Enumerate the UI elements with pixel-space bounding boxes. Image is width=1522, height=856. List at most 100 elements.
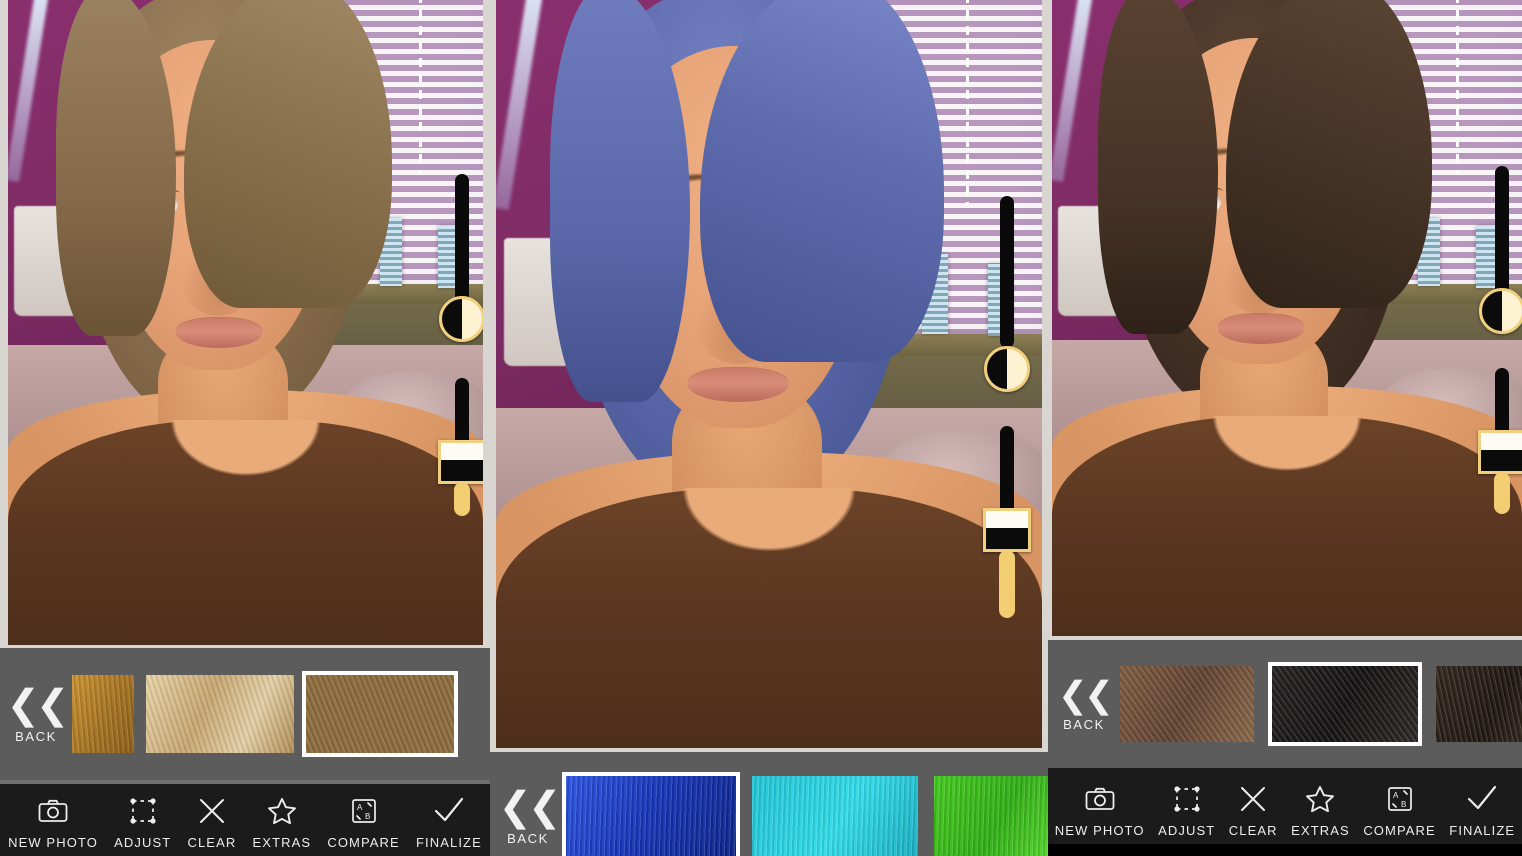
opacity-slider-knob[interactable] bbox=[439, 296, 483, 342]
check-icon bbox=[433, 794, 465, 828]
hair-front-sweep bbox=[1226, 0, 1432, 308]
star-icon bbox=[1305, 782, 1335, 816]
tshirt bbox=[1052, 416, 1522, 636]
tshirt bbox=[496, 488, 1042, 748]
svg-text:B: B bbox=[1401, 800, 1406, 809]
blend-slider-knob[interactable] bbox=[1478, 430, 1522, 474]
camera-icon bbox=[1085, 782, 1115, 816]
hair-strand-texture bbox=[72, 675, 134, 753]
back-label: BACK bbox=[15, 728, 57, 744]
back-button-middle[interactable]: ❮❮ BACK bbox=[490, 763, 566, 846]
swatch-bar-right: ❮❮ BACK bbox=[1048, 640, 1522, 768]
adjust-label: ADJUST bbox=[1158, 823, 1216, 838]
edited-photo-right[interactable] bbox=[1052, 0, 1522, 636]
blind-cord bbox=[419, 0, 422, 174]
svg-text:B: B bbox=[365, 812, 370, 821]
swatch-golden-blonde[interactable] bbox=[72, 675, 134, 753]
opacity-slider-track[interactable] bbox=[1000, 196, 1014, 348]
blend-slider-fill[interactable] bbox=[454, 482, 470, 516]
double-chevron-left-icon: ❮❮ bbox=[1057, 673, 1114, 715]
tshirt bbox=[8, 420, 483, 645]
hair-left-strand bbox=[550, 0, 690, 402]
slider-stack-right[interactable] bbox=[1472, 0, 1522, 636]
swatch-list-middle bbox=[562, 752, 1048, 856]
double-chevron-left-icon: ❮❮ bbox=[6, 682, 69, 727]
hair-strand-texture bbox=[306, 675, 454, 753]
toolbar-left: NEW PHOTO ADJUST CLEAR EXTRAS A B COMPAR… bbox=[0, 784, 490, 856]
swatch-royal-blue[interactable] bbox=[562, 772, 740, 856]
extras-label: EXTRAS bbox=[1291, 823, 1350, 838]
clear-button[interactable]: CLEAR bbox=[187, 784, 236, 856]
opacity-slider-knob[interactable] bbox=[1479, 288, 1522, 334]
swatch-dark-brown[interactable] bbox=[1436, 666, 1522, 742]
swatch-green[interactable] bbox=[934, 776, 1048, 856]
hair-front-sweep bbox=[184, 0, 392, 308]
svg-text:A: A bbox=[357, 803, 363, 812]
adjust-label: ADJUST bbox=[114, 835, 172, 850]
toolbar-right: NEW PHOTO ADJUST CLEAR EXTRAS A B COMPAR… bbox=[1048, 768, 1522, 844]
hair-left-strand bbox=[56, 0, 176, 336]
x-icon bbox=[198, 794, 226, 828]
adjust-button[interactable]: ADJUST bbox=[1158, 768, 1215, 844]
adjust-icon bbox=[1174, 782, 1200, 816]
bottom-black-strip bbox=[1048, 844, 1522, 856]
edited-photo-middle[interactable] bbox=[496, 0, 1042, 748]
compare-label: COMPARE bbox=[1363, 823, 1436, 838]
extras-button[interactable]: EXTRAS bbox=[1291, 768, 1350, 844]
finalize-label: FINALIZE bbox=[1449, 823, 1516, 838]
swatch-cyan[interactable] bbox=[752, 776, 918, 856]
mouth bbox=[1218, 314, 1304, 344]
adjust-icon bbox=[130, 794, 156, 828]
blend-slider-fill[interactable] bbox=[1494, 472, 1510, 514]
blend-slider-knob[interactable] bbox=[438, 440, 483, 484]
slider-stack-left[interactable] bbox=[433, 0, 483, 645]
finalize-label: FINALIZE bbox=[416, 835, 482, 850]
swatch-list-left bbox=[72, 648, 458, 780]
mouth bbox=[176, 318, 262, 348]
back-button-right[interactable]: ❮❮ BACK bbox=[1048, 673, 1120, 732]
new-photo-button[interactable]: NEW PHOTO bbox=[8, 784, 98, 856]
swatch-dark-blonde[interactable] bbox=[302, 671, 458, 757]
adjust-button[interactable]: ADJUST bbox=[114, 784, 171, 856]
blend-slider-fill[interactable] bbox=[999, 550, 1015, 618]
compare-button[interactable]: A B COMPARE bbox=[327, 784, 399, 856]
slider-stack-middle[interactable] bbox=[976, 0, 1040, 748]
extras-label: EXTRAS bbox=[252, 835, 312, 850]
edited-photo-left[interactable] bbox=[8, 0, 483, 645]
hair-strand-texture bbox=[1272, 666, 1418, 742]
double-chevron-left-icon: ❮❮ bbox=[498, 784, 561, 829]
finalize-button[interactable]: FINALIZE bbox=[416, 784, 482, 856]
svg-text:A: A bbox=[1393, 791, 1399, 800]
star-icon bbox=[267, 794, 297, 828]
hair-strand-texture bbox=[752, 776, 918, 856]
clear-label: CLEAR bbox=[187, 835, 237, 850]
hair-strand-texture bbox=[934, 776, 1048, 856]
x-icon bbox=[1239, 782, 1267, 816]
back-label: BACK bbox=[507, 830, 549, 846]
extras-button[interactable]: EXTRAS bbox=[253, 784, 312, 856]
hair-strand-texture bbox=[1436, 666, 1522, 742]
back-button-left[interactable]: ❮❮ BACK bbox=[0, 685, 72, 744]
compare-button[interactable]: A B COMPARE bbox=[1363, 768, 1435, 844]
finalize-button[interactable]: FINALIZE bbox=[1449, 768, 1515, 844]
photo-frame-left bbox=[0, 0, 490, 648]
screenshot-root: ❮❮ BACK NEW PHOTO ADJUST CLEAR EXTRAS A … bbox=[0, 0, 1522, 856]
swatch-black[interactable] bbox=[1268, 662, 1422, 746]
mouth bbox=[688, 368, 788, 402]
new-photo-label: NEW PHOTO bbox=[1054, 823, 1145, 838]
new-photo-button[interactable]: NEW PHOTO bbox=[1055, 768, 1145, 844]
photo-frame-right bbox=[1048, 0, 1522, 640]
opacity-slider-knob[interactable] bbox=[984, 346, 1030, 392]
blind-cord bbox=[1456, 0, 1459, 174]
compare-label: COMPARE bbox=[327, 835, 400, 850]
clear-button[interactable]: CLEAR bbox=[1229, 768, 1278, 844]
blend-slider-knob[interactable] bbox=[983, 508, 1031, 552]
check-icon bbox=[1466, 782, 1498, 816]
swatch-medium-brown[interactable] bbox=[1120, 666, 1254, 742]
blend-slider-track[interactable] bbox=[1000, 426, 1014, 516]
swatch-light-blonde[interactable] bbox=[146, 675, 294, 753]
panel-left: ❮❮ BACK NEW PHOTO ADJUST CLEAR EXTRAS A … bbox=[0, 0, 490, 856]
swatch-bar-left: ❮❮ BACK bbox=[0, 648, 490, 780]
photo-frame-middle bbox=[490, 0, 1048, 752]
back-label: BACK bbox=[1063, 716, 1105, 732]
